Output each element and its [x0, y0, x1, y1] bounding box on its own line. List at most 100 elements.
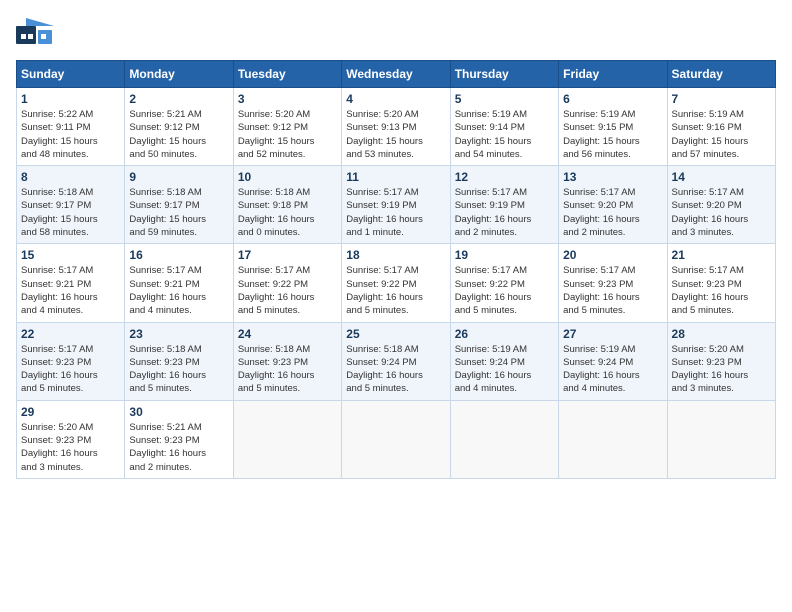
day-info: Sunrise: 5:17 AM Sunset: 9:22 PM Dayligh… [346, 264, 445, 317]
day-number: 5 [455, 92, 554, 106]
table-row: 19Sunrise: 5:17 AM Sunset: 9:22 PM Dayli… [450, 244, 558, 322]
day-number: 28 [672, 327, 771, 341]
day-info: Sunrise: 5:17 AM Sunset: 9:20 PM Dayligh… [672, 186, 771, 239]
day-number: 29 [21, 405, 120, 419]
day-info: Sunrise: 5:18 AM Sunset: 9:17 PM Dayligh… [21, 186, 120, 239]
page-header [16, 16, 776, 48]
day-info: Sunrise: 5:19 AM Sunset: 9:14 PM Dayligh… [455, 108, 554, 161]
day-info: Sunrise: 5:17 AM Sunset: 9:19 PM Dayligh… [455, 186, 554, 239]
table-row: 13 Sunrise: 5:17 AM Sunset: 9:20 PM Dayli… [559, 166, 667, 244]
day-number: 19 [455, 248, 554, 262]
table-row: 9 Sunrise: 5:18 AM Sunset: 9:17 PM Daylig… [125, 166, 233, 244]
day-info: Sunrise: 5:20 AM Sunset: 9:23 PM Dayligh… [672, 343, 771, 396]
day-number: 16 [129, 248, 228, 262]
table-row: 7 Sunrise: 5:19 AM Sunset: 9:16 PM Daylig… [667, 88, 775, 166]
table-row: 10 Sunrise: 5:18 AM Sunset: 9:18 PM Dayli… [233, 166, 341, 244]
day-number: 22 [21, 327, 120, 341]
day-number: 6 [563, 92, 662, 106]
table-row [667, 400, 775, 478]
table-row: 28 Sunrise: 5:20 AM Sunset: 9:23 PM Dayli… [667, 322, 775, 400]
day-info: Sunrise: 5:17 AM Sunset: 9:23 PM Dayligh… [563, 264, 662, 317]
table-row: 20 Sunrise: 5:17 AM Sunset: 9:23 PM Dayli… [559, 244, 667, 322]
day-info: Sunrise: 5:20 AM Sunset: 9:12 PM Dayligh… [238, 108, 337, 161]
table-row [342, 400, 450, 478]
calendar-week-1: 1 Sunrise: 5:22 AM Sunset: 9:11 PM Daylig… [17, 88, 776, 166]
table-row: 14 Sunrise: 5:17 AM Sunset: 9:20 PM Dayli… [667, 166, 775, 244]
day-number: 14 [672, 170, 771, 184]
day-info: Sunrise: 5:19 AM Sunset: 9:16 PM Dayligh… [672, 108, 771, 161]
day-number: 4 [346, 92, 445, 106]
day-info: Sunrise: 5:18 AM Sunset: 9:18 PM Dayligh… [238, 186, 337, 239]
day-number: 11 [346, 170, 445, 184]
table-row: 25 Sunrise: 5:18 AM Sunset: 9:24 PM Dayli… [342, 322, 450, 400]
table-row: 29 Sunrise: 5:20 AM Sunset: 9:23 PM Dayli… [17, 400, 125, 478]
day-number: 1 [21, 92, 120, 106]
logo-icon [16, 16, 54, 48]
table-row: 21Sunrise: 5:17 AM Sunset: 9:23 PM Dayli… [667, 244, 775, 322]
day-number: 2 [129, 92, 228, 106]
col-header-tuesday: Tuesday [233, 61, 341, 88]
day-number: 24 [238, 327, 337, 341]
table-row: 24 Sunrise: 5:18 AM Sunset: 9:23 PM Dayli… [233, 322, 341, 400]
day-info: Sunrise: 5:18 AM Sunset: 9:17 PM Dayligh… [129, 186, 228, 239]
table-row: 30 Sunrise: 5:21 AM Sunset: 9:23 PM Dayli… [125, 400, 233, 478]
table-row [559, 400, 667, 478]
table-row: 8 Sunrise: 5:18 AM Sunset: 9:17 PM Daylig… [17, 166, 125, 244]
day-number: 8 [21, 170, 120, 184]
day-info: Sunrise: 5:17 AM Sunset: 9:23 PM Dayligh… [672, 264, 771, 317]
day-info: Sunrise: 5:21 AM Sunset: 9:23 PM Dayligh… [129, 421, 228, 474]
day-info: Sunrise: 5:19 AM Sunset: 9:24 PM Dayligh… [455, 343, 554, 396]
day-info: Sunrise: 5:18 AM Sunset: 9:24 PM Dayligh… [346, 343, 445, 396]
day-info: Sunrise: 5:17 AM Sunset: 9:20 PM Dayligh… [563, 186, 662, 239]
table-row: 4Sunrise: 5:20 AM Sunset: 9:13 PM Daylig… [342, 88, 450, 166]
table-row: 16Sunrise: 5:17 AM Sunset: 9:21 PM Dayli… [125, 244, 233, 322]
table-row: 26Sunrise: 5:19 AM Sunset: 9:24 PM Dayli… [450, 322, 558, 400]
day-info: Sunrise: 5:20 AM Sunset: 9:23 PM Dayligh… [21, 421, 120, 474]
table-row: 15Sunrise: 5:17 AM Sunset: 9:21 PM Dayli… [17, 244, 125, 322]
day-number: 7 [672, 92, 771, 106]
day-number: 3 [238, 92, 337, 106]
calendar-week-2: 8 Sunrise: 5:18 AM Sunset: 9:17 PM Daylig… [17, 166, 776, 244]
table-row [450, 400, 558, 478]
table-row: 1 Sunrise: 5:22 AM Sunset: 9:11 PM Daylig… [17, 88, 125, 166]
col-header-wednesday: Wednesday [342, 61, 450, 88]
logo [16, 16, 58, 48]
table-row [233, 400, 341, 478]
table-row: 11 Sunrise: 5:17 AM Sunset: 9:19 PM Dayli… [342, 166, 450, 244]
day-number: 15 [21, 248, 120, 262]
day-number: 12 [455, 170, 554, 184]
day-info: Sunrise: 5:19 AM Sunset: 9:15 PM Dayligh… [563, 108, 662, 161]
table-row: 27 Sunrise: 5:19 AM Sunset: 9:24 PM Dayli… [559, 322, 667, 400]
table-row: 2 Sunrise: 5:21 AM Sunset: 9:12 PM Daylig… [125, 88, 233, 166]
day-number: 9 [129, 170, 228, 184]
day-number: 18 [346, 248, 445, 262]
day-number: 25 [346, 327, 445, 341]
day-number: 13 [563, 170, 662, 184]
table-row: 5 Sunrise: 5:19 AM Sunset: 9:14 PM Daylig… [450, 88, 558, 166]
calendar-table: SundayMondayTuesdayWednesdayThursdayFrid… [16, 60, 776, 479]
day-info: Sunrise: 5:18 AM Sunset: 9:23 PM Dayligh… [129, 343, 228, 396]
table-row: 22 Sunrise: 5:17 AM Sunset: 9:23 PM Dayli… [17, 322, 125, 400]
col-header-thursday: Thursday [450, 61, 558, 88]
table-row: 6 Sunrise: 5:19 AM Sunset: 9:15 PM Daylig… [559, 88, 667, 166]
table-row: 3 Sunrise: 5:20 AM Sunset: 9:12 PM Daylig… [233, 88, 341, 166]
col-header-friday: Friday [559, 61, 667, 88]
col-header-sunday: Sunday [17, 61, 125, 88]
day-info: Sunrise: 5:22 AM Sunset: 9:11 PM Dayligh… [21, 108, 120, 161]
day-number: 20 [563, 248, 662, 262]
calendar-week-4: 22 Sunrise: 5:17 AM Sunset: 9:23 PM Dayli… [17, 322, 776, 400]
day-number: 10 [238, 170, 337, 184]
day-info: Sunrise: 5:19 AM Sunset: 9:24 PM Dayligh… [563, 343, 662, 396]
table-row: 12 Sunrise: 5:17 AM Sunset: 9:19 PM Dayli… [450, 166, 558, 244]
day-info: Sunrise: 5:18 AM Sunset: 9:23 PM Dayligh… [238, 343, 337, 396]
day-number: 30 [129, 405, 228, 419]
day-info: Sunrise: 5:17 AM Sunset: 9:19 PM Dayligh… [346, 186, 445, 239]
day-number: 23 [129, 327, 228, 341]
day-info: Sunrise: 5:17 AM Sunset: 9:23 PM Dayligh… [21, 343, 120, 396]
col-header-monday: Monday [125, 61, 233, 88]
day-info: Sunrise: 5:21 AM Sunset: 9:12 PM Dayligh… [129, 108, 228, 161]
col-header-saturday: Saturday [667, 61, 775, 88]
day-info: Sunrise: 5:17 AM Sunset: 9:22 PM Dayligh… [238, 264, 337, 317]
calendar-week-5: 29 Sunrise: 5:20 AM Sunset: 9:23 PM Dayli… [17, 400, 776, 478]
day-number: 27 [563, 327, 662, 341]
